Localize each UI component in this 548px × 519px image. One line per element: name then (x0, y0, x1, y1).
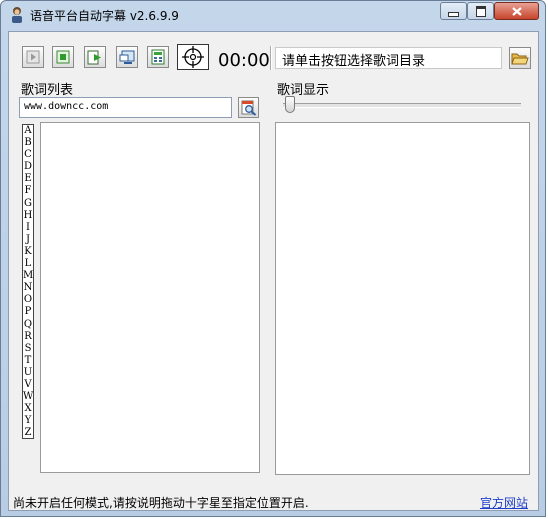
alphabet-letter[interactable]: Z (23, 427, 33, 439)
alphabet-letter[interactable]: P (23, 306, 33, 318)
alphabet-letter[interactable]: F (23, 185, 33, 197)
lyrics-display (275, 122, 530, 475)
alphabet-letter[interactable]: V (23, 379, 33, 391)
calculator-button[interactable] (147, 46, 169, 68)
alphabet-letter[interactable]: E (23, 173, 33, 185)
toolbar-divider (270, 46, 272, 70)
alphabet-letter[interactable]: N (23, 282, 33, 294)
alphabet-letter[interactable]: D (23, 161, 33, 173)
alphabet-letter[interactable]: X (23, 403, 33, 415)
alphabet-letter[interactable]: M (23, 270, 33, 282)
official-website-link[interactable]: 官方网站 (480, 494, 528, 511)
alphabet-letter[interactable]: G (23, 198, 33, 210)
play-button[interactable] (22, 46, 44, 68)
crosshair-icon (182, 46, 204, 68)
title-bar[interactable]: 语音平台自动字幕 v2.6.9.9 (1, 1, 545, 29)
crosshair-drag-target[interactable] (177, 44, 209, 70)
alphabet-letter[interactable]: R (23, 331, 33, 343)
url-input[interactable]: www.downcc.com (19, 97, 232, 118)
search-icon (241, 100, 256, 116)
alphabet-letter[interactable]: O (23, 294, 33, 306)
app-logo-icon (12, 7, 22, 23)
alphabet-letter[interactable]: H (23, 210, 33, 222)
calculator-icon (151, 49, 165, 65)
alphabet-letter[interactable]: K (23, 246, 33, 258)
window-title: 语音平台自动字幕 v2.6.9.9 (30, 9, 179, 23)
alphabet-letter[interactable]: J (23, 234, 33, 246)
folder-open-icon (511, 53, 529, 64)
minimize-icon (448, 11, 459, 17)
alphabet-letter[interactable]: A (23, 125, 33, 137)
alphabet-letter[interactable]: S (23, 343, 33, 355)
alphabet-letter[interactable]: Y (23, 415, 33, 427)
export-button[interactable] (84, 46, 106, 68)
stop-icon (56, 50, 70, 64)
search-button[interactable] (238, 97, 259, 118)
close-icon (511, 6, 522, 16)
maximize-icon (475, 5, 486, 17)
alphabet-letter[interactable]: C (23, 149, 33, 161)
monitor-icon (119, 50, 135, 64)
alphabet-letter[interactable]: Q (23, 319, 33, 331)
lyrics-display-label: 歌词显示 (277, 83, 330, 98)
alphabet-letter[interactable]: T (23, 355, 33, 367)
alphabet-letter[interactable]: I (23, 222, 33, 234)
alphabet-letter[interactable]: L (23, 258, 33, 270)
open-folder-button[interactable] (509, 47, 531, 69)
lyrics-list-label: 歌词列表 (21, 83, 74, 98)
alphabet-letter[interactable]: W (23, 391, 33, 403)
stop-button[interactable] (52, 46, 74, 68)
lyrics-list[interactable] (40, 122, 260, 473)
alphabet-letter[interactable]: B (23, 137, 33, 149)
app-window: 语音平台自动字幕 v2.6.9.9 00:00 请单击按钮选择歌词目录 歌词列表… (0, 0, 546, 517)
status-field: 请单击按钮选择歌词目录 (275, 47, 502, 69)
slider-thumb[interactable] (285, 96, 295, 113)
client-area: 00:00 请单击按钮选择歌词目录 歌词列表 www.downcc.com AB… (8, 31, 539, 511)
status-message: 尚未开启任何模式,请按说明拖动十字星至指定位置开启. (13, 496, 309, 510)
export-icon (87, 50, 101, 64)
alphabet-index: ABCDEFGHIJKLMNOPQRSTUVWXYZ (22, 124, 34, 439)
play-icon (26, 50, 40, 64)
monitor-button[interactable] (116, 46, 138, 68)
close-button[interactable] (494, 2, 539, 20)
slider-track[interactable] (283, 103, 521, 108)
minimize-button[interactable] (440, 2, 467, 20)
maximize-button[interactable] (467, 2, 494, 20)
alphabet-letter[interactable]: U (23, 367, 33, 379)
time-display: 00:00 (218, 50, 270, 71)
